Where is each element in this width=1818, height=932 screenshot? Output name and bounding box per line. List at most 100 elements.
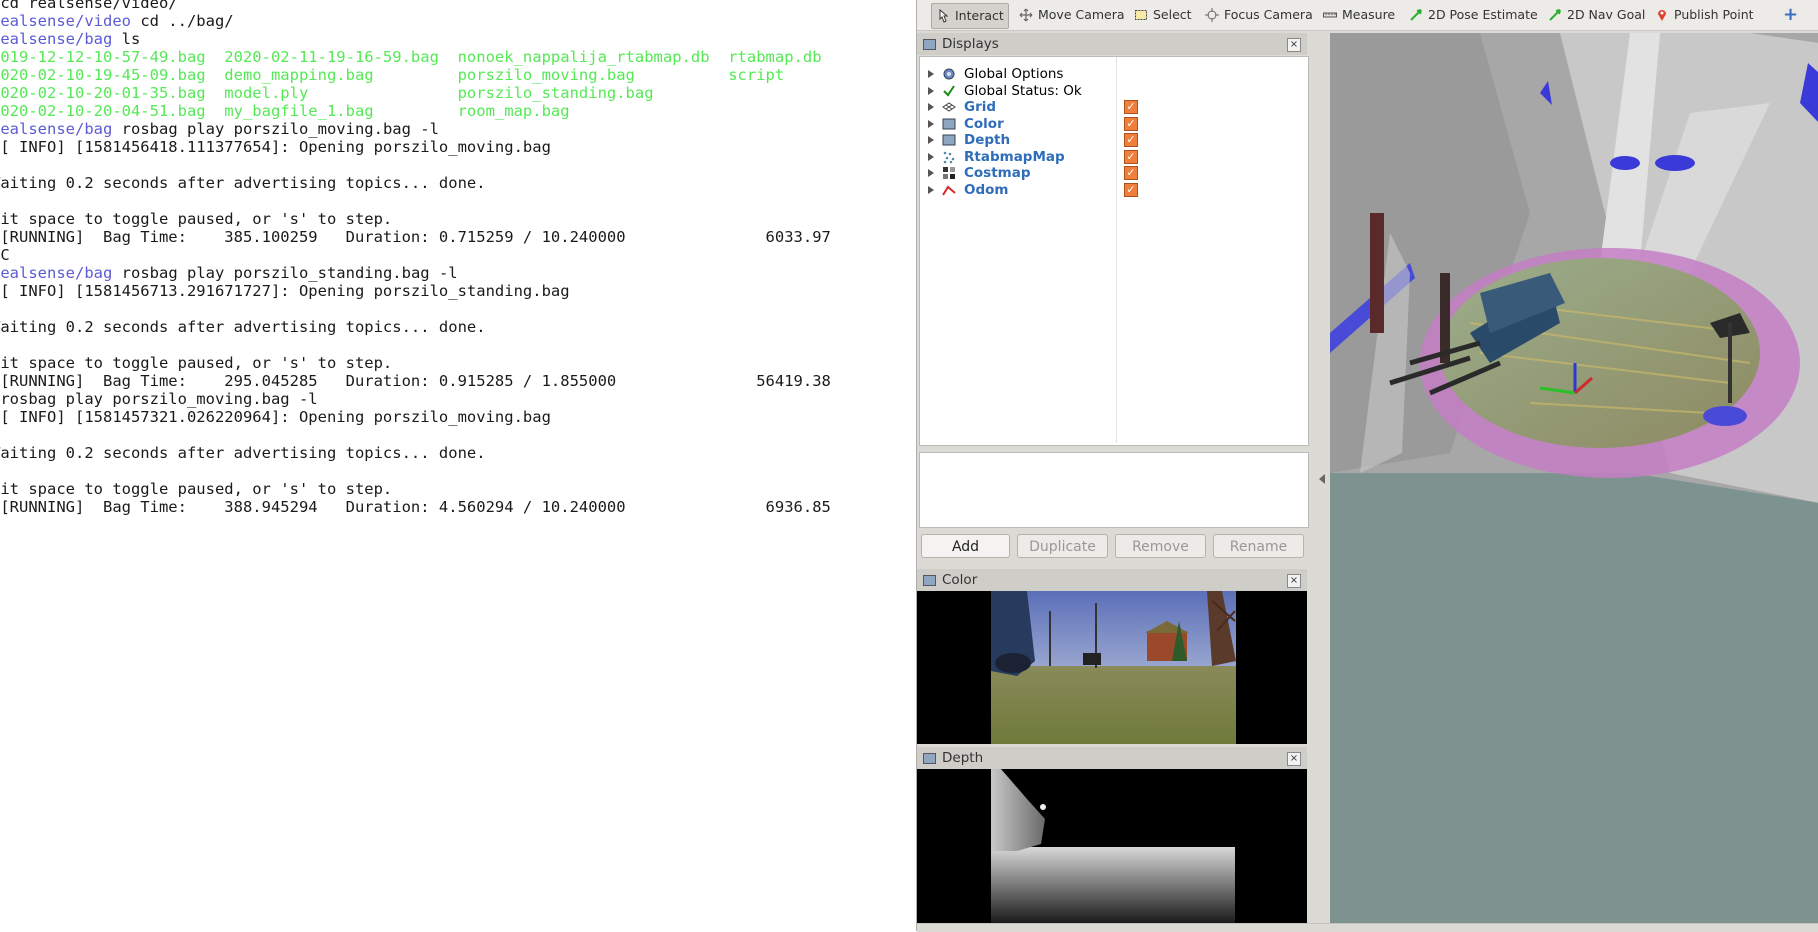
- terminal-output: cd realsense/video/realsense/video cd ..…: [0, 0, 831, 516]
- tool-publish-point[interactable]: Publish Point: [1651, 3, 1758, 27]
- terminal-text-segment: [ INFO] [1581456713.291671727]: Opening …: [0, 282, 570, 300]
- expand-arrow-icon[interactable]: [928, 136, 934, 144]
- terminal-text-segment: Waiting 0.2 seconds after advertising to…: [0, 444, 486, 462]
- enabled-checkbox[interactable]: ✓: [1124, 133, 1138, 147]
- terminal-text-segment: cd ../bag/: [130, 12, 234, 30]
- nav-goal-icon: [1549, 9, 1561, 21]
- plus-icon: +: [1783, 4, 1799, 25]
- depth-panel-title: Depth: [942, 750, 984, 766]
- color-close-icon[interactable]: ×: [1287, 574, 1301, 588]
- add-display-button[interactable]: Add: [921, 534, 1010, 558]
- terminal-text-segment: Hit space to toggle paused, or 's' to st…: [0, 480, 393, 498]
- move-camera-icon: [1019, 8, 1033, 22]
- terminal-text-segment: Waiting 0.2 seconds after advertising to…: [0, 318, 486, 336]
- color-panel-title: Color: [942, 572, 978, 588]
- tool-select[interactable]: Select: [1130, 3, 1196, 27]
- tool-focus-camera[interactable]: Focus Camera: [1201, 3, 1317, 27]
- terminal-prompt: realsense/bag: [0, 120, 113, 138]
- terminal-text-segment: [RUNNING] Bag Time: 295.045285 Duration:…: [0, 372, 831, 390]
- displays-tree: Global Options Global Status: Ok Grid ✓ Colo…: [919, 56, 1309, 446]
- costmap-icon: [942, 166, 956, 180]
- display-item-odom[interactable]: Odom ✓: [920, 181, 1306, 200]
- terminal-line: cd realsense/video/: [0, 0, 831, 12]
- expand-arrow-icon[interactable]: [928, 70, 934, 78]
- terminal-file-listing: 2020-02-10-19-45-09.bag demo_mapping.bag…: [0, 66, 785, 84]
- display-item-label: Odom: [964, 181, 1009, 198]
- tool-label: 2D Nav Goal: [1567, 7, 1646, 22]
- tool-move-camera[interactable]: Move Camera: [1015, 3, 1129, 27]
- terminal-window[interactable]: cd realsense/video/realsense/video cd ..…: [0, 0, 916, 931]
- terminal-line: rosbag play porszilo_moving.bag -l: [0, 390, 831, 408]
- expand-arrow-icon[interactable]: [928, 152, 934, 161]
- displays-close-icon[interactable]: ×: [1287, 38, 1301, 52]
- terminal-line: realsense/bag ls: [0, 30, 831, 48]
- tool-label: 2D Pose Estimate: [1428, 7, 1538, 22]
- terminal-line: realsense/bag rosbag play porszilo_movin…: [0, 120, 831, 138]
- enabled-checkbox[interactable]: ✓: [1124, 116, 1138, 131]
- depth-close-icon[interactable]: ×: [1287, 752, 1301, 766]
- collapse-panel-handle[interactable]: [1319, 474, 1325, 484]
- terminal-line: [ INFO] [1581456418.111377654]: Opening …: [0, 138, 831, 156]
- odometry-icon: [942, 183, 956, 197]
- tool-2d-pose-estimate[interactable]: 2D Pose Estimate: [1405, 3, 1542, 27]
- terminal-text-segment: [ INFO] [1581456418.111377654]: Opening …: [0, 138, 551, 156]
- depth-camera-view: [917, 769, 1307, 923]
- terminal-text-segment: [RUNNING] Bag Time: 388.945294 Duration:…: [0, 498, 831, 516]
- 3d-viewport[interactable]: [1330, 33, 1818, 923]
- terminal-text-segment: Hit space to toggle paused, or 's' to st…: [0, 354, 393, 372]
- terminal-text-segment: rosbag play porszilo_moving.bag -l: [112, 120, 439, 138]
- tool-interact[interactable]: Interact: [931, 3, 1009, 29]
- duplicate-display-button[interactable]: Duplicate: [1017, 534, 1108, 558]
- expand-arrow-icon[interactable]: [928, 169, 934, 177]
- expand-arrow-icon[interactable]: [928, 185, 934, 194]
- terminal-line: 2020-02-10-19-45-09.bag demo_mapping.bag…: [0, 66, 831, 84]
- expand-arrow-icon[interactable]: [928, 86, 934, 95]
- add-tool-button[interactable]: +: [1779, 3, 1802, 27]
- terminal-line: ^C: [0, 246, 831, 264]
- expand-arrow-icon[interactable]: [928, 103, 934, 111]
- publish-point-icon: [1658, 10, 1666, 21]
- terminal-file-listing: 2019-12-12-10-57-49.bag 2020-02-11-19-16…: [0, 48, 822, 66]
- terminal-line: [ INFO] [1581457321.026220964]: Opening …: [0, 408, 831, 426]
- terminal-line: Hit space to toggle paused, or 's' to st…: [0, 480, 831, 498]
- terminal-line: Waiting 0.2 seconds after advertising to…: [0, 318, 831, 336]
- rviz-toolbar: Interact Move Camera Select Focus Camera…: [917, 0, 1818, 31]
- tool-label: Measure: [1342, 7, 1396, 22]
- terminal-text-segment: ls: [112, 30, 141, 48]
- display-description-box: [919, 452, 1309, 528]
- enabled-checkbox[interactable]: ✓: [1124, 166, 1138, 180]
- enabled-checkbox[interactable]: ✓: [1124, 182, 1138, 197]
- select-icon: [1135, 10, 1147, 20]
- terminal-line: Waiting 0.2 seconds after advertising to…: [0, 174, 831, 192]
- monitor-icon: [923, 574, 936, 586]
- terminal-line: 2020-02-10-20-04-51.bag my_bagfile_1.bag…: [0, 102, 831, 120]
- measure-icon: [1323, 12, 1337, 18]
- terminal-line: Hit space to toggle paused, or 's' to st…: [0, 210, 831, 228]
- expand-arrow-icon[interactable]: [928, 119, 934, 128]
- terminal-line: Waiting 0.2 seconds after advertising to…: [0, 444, 831, 462]
- terminal-text-segment: rosbag play porszilo_standing.bag -l: [112, 264, 458, 282]
- tool-label: Publish Point: [1674, 7, 1754, 22]
- tool-2d-nav-goal[interactable]: 2D Nav Goal: [1544, 3, 1649, 27]
- focus-camera-icon: [1205, 8, 1219, 22]
- rename-display-button[interactable]: Rename: [1213, 534, 1304, 558]
- monitor-icon: [923, 752, 936, 764]
- color-camera-image: [917, 591, 1307, 744]
- displays-panel-title: Displays: [942, 36, 999, 52]
- color-panel-header: Color ×: [917, 569, 1307, 591]
- terminal-line: [RUNNING] Bag Time: 295.045285 Duration:…: [0, 372, 831, 390]
- terminal-text-segment: ^C: [0, 246, 10, 264]
- terminal-text-segment: rosbag play porszilo_moving.bag -l: [0, 390, 318, 408]
- terminal-line: realsense/bag rosbag play porszilo_stand…: [0, 264, 831, 282]
- enabled-checkbox[interactable]: ✓: [1124, 149, 1138, 164]
- enabled-checkbox[interactable]: ✓: [1124, 100, 1138, 114]
- remove-display-button[interactable]: Remove: [1115, 534, 1206, 558]
- color-camera-view: [917, 591, 1307, 744]
- tool-label: Interact: [955, 8, 1004, 23]
- tool-measure[interactable]: Measure: [1319, 3, 1399, 27]
- terminal-prompt: realsense/bag: [0, 30, 113, 48]
